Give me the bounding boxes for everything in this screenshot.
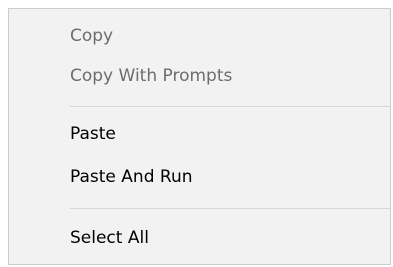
menu-item-paste-and-run[interactable]: Paste And Run — [9, 157, 390, 197]
menu-item-paste[interactable]: Paste — [9, 114, 390, 154]
menu-item-copy: Copy — [9, 16, 390, 56]
menu-item-paste-label: Paste — [70, 124, 116, 144]
menu-item-select-all-label: Select All — [70, 228, 149, 248]
menu-item-copy-with-prompts-label: Copy With Prompts — [70, 66, 233, 86]
menu-separator — [70, 208, 390, 209]
menu-item-copy-with-prompts: Copy With Prompts — [9, 56, 390, 96]
context-menu: Copy Copy With Prompts Paste Paste And R… — [8, 8, 391, 265]
menu-item-copy-label: Copy — [70, 26, 114, 46]
menu-item-select-all[interactable]: Select All — [9, 218, 390, 258]
menu-separator — [70, 106, 390, 107]
menu-item-paste-and-run-label: Paste And Run — [70, 167, 193, 187]
